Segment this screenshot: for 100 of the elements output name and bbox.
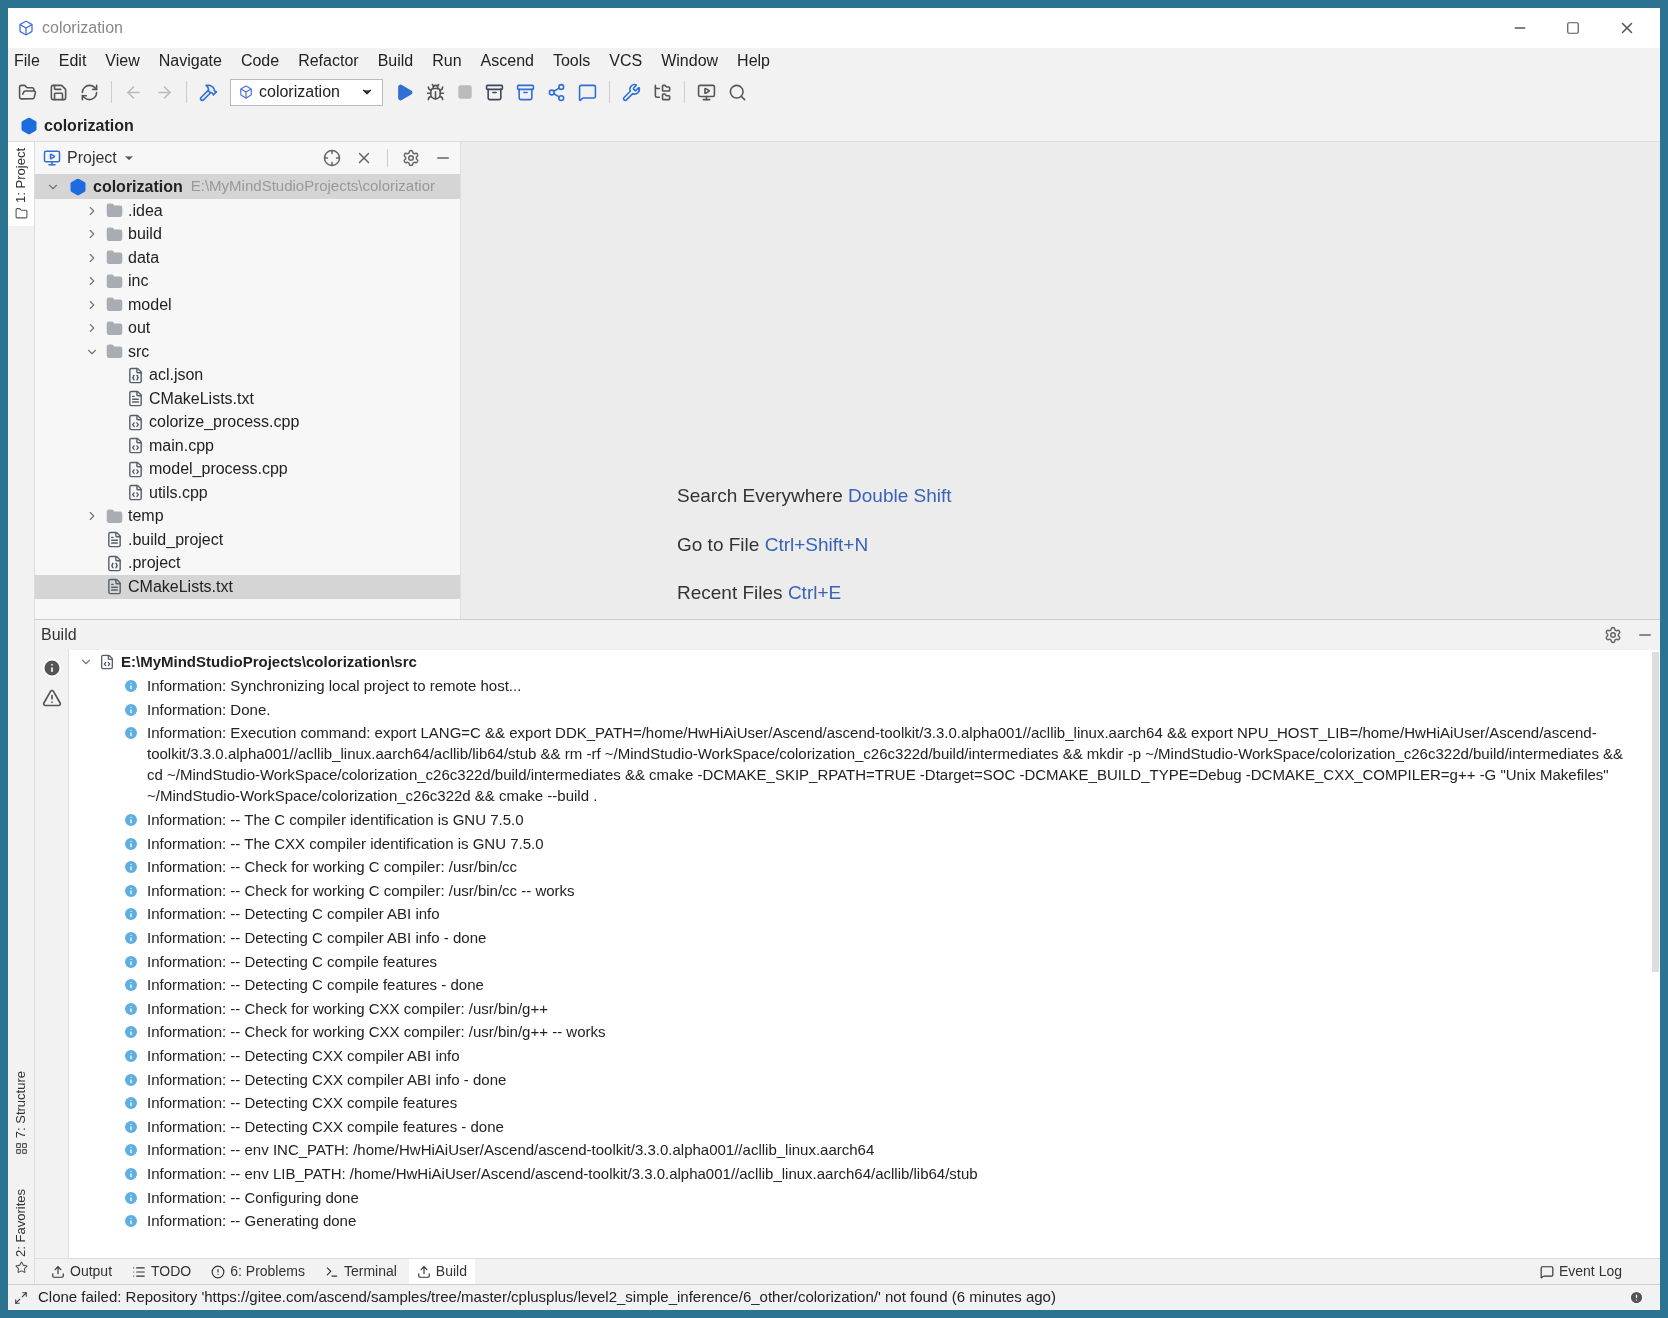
tree-item[interactable]: main.cpp bbox=[35, 434, 460, 458]
window-title: colorization bbox=[42, 18, 123, 38]
tool-window-tab[interactable]: Terminal bbox=[316, 1259, 405, 1284]
tree-item[interactable]: model bbox=[35, 293, 460, 317]
debug-icon[interactable] bbox=[426, 82, 445, 102]
tool-window-tab[interactable]: TODO bbox=[124, 1259, 200, 1284]
tree-item[interactable]: utils.cpp bbox=[35, 481, 460, 505]
tree-item[interactable]: build bbox=[35, 222, 460, 246]
menu-item[interactable]: View bbox=[105, 49, 140, 73]
file-icon bbox=[106, 531, 123, 549]
structure-icon bbox=[14, 1142, 28, 1156]
panel-toggle-icon[interactable] bbox=[14, 1290, 28, 1305]
file-icon bbox=[127, 413, 144, 431]
tool-window-tab[interactable]: Output bbox=[43, 1259, 121, 1284]
info-icon bbox=[123, 953, 139, 970]
maximize-icon[interactable] bbox=[1566, 21, 1580, 35]
settings-icon[interactable] bbox=[402, 149, 420, 167]
save-icon[interactable] bbox=[49, 82, 68, 102]
menu-item[interactable]: Help bbox=[737, 49, 770, 73]
info-icon bbox=[123, 835, 139, 852]
tree-item[interactable]: .project bbox=[35, 551, 460, 575]
folder-icon bbox=[106, 319, 123, 337]
menu-item[interactable]: Code bbox=[240, 49, 280, 73]
tree-item[interactable]: CMakeLists.txt bbox=[35, 387, 460, 411]
menu-item[interactable]: Run bbox=[432, 49, 462, 73]
info-icon bbox=[123, 725, 139, 742]
info-icon bbox=[123, 701, 139, 718]
menu-item[interactable]: Tools bbox=[552, 49, 591, 73]
tool-window-tab[interactable]: 6: Problems bbox=[203, 1259, 313, 1284]
screen-icon[interactable] bbox=[697, 82, 716, 102]
menu-item[interactable]: Refactor bbox=[298, 49, 359, 73]
folder-icon bbox=[106, 202, 123, 220]
terminal-icon bbox=[324, 1264, 339, 1279]
build-message: Information: -- Check for working C compiler: /usr/bin/cc -- works bbox=[147, 880, 575, 901]
project-view-icon bbox=[43, 149, 61, 167]
tree-item[interactable]: data bbox=[35, 246, 460, 270]
tree-item[interactable]: .build_project bbox=[35, 528, 460, 552]
side-tab[interactable]: 2: Favorites bbox=[8, 1183, 34, 1280]
tree-item[interactable]: inc bbox=[35, 269, 460, 293]
menu-item[interactable]: Window bbox=[661, 49, 719, 73]
menu-item[interactable]: File bbox=[14, 49, 40, 73]
settings-icon[interactable] bbox=[1604, 626, 1622, 644]
tool-window-tab[interactable]: Build bbox=[408, 1259, 475, 1284]
file-icon bbox=[127, 484, 144, 502]
file-icon bbox=[106, 554, 123, 572]
info-icon bbox=[123, 1189, 139, 1206]
tree-item[interactable]: src bbox=[35, 340, 460, 364]
info-icon bbox=[123, 812, 139, 829]
tree-item[interactable]: temp bbox=[35, 504, 460, 528]
todo-icon bbox=[132, 1264, 147, 1279]
tree-item[interactable]: colorization E:\MyMindStudioProjects\colorizatior bbox=[35, 174, 460, 199]
tree-item[interactable]: colorize_process.cpp bbox=[35, 410, 460, 434]
wrench-icon[interactable] bbox=[622, 82, 641, 102]
breadcrumb-item[interactable]: colorization bbox=[44, 113, 134, 138]
side-tab[interactable]: 1: Project bbox=[8, 142, 34, 226]
archive-icon[interactable] bbox=[516, 82, 535, 102]
info-filter-icon[interactable] bbox=[41, 658, 62, 678]
folder-icon bbox=[106, 343, 123, 361]
menu-item[interactable]: Navigate bbox=[158, 49, 222, 73]
info-icon bbox=[123, 906, 139, 923]
menu-item[interactable]: Ascend bbox=[480, 49, 534, 73]
info-icon bbox=[123, 1118, 139, 1135]
alert-icon[interactable] bbox=[1629, 1290, 1644, 1305]
scrollbar[interactable] bbox=[1651, 652, 1659, 972]
file-icon bbox=[106, 578, 123, 596]
build-message: Information: -- Configuring done bbox=[147, 1187, 359, 1208]
build-message: Information: -- Generating done bbox=[147, 1211, 357, 1232]
event-log-tab[interactable]: Event Log bbox=[1539, 1261, 1652, 1282]
run-icon[interactable] bbox=[395, 82, 414, 102]
tree-item[interactable]: CMakeLists.txt bbox=[35, 575, 460, 599]
menu-item[interactable]: VCS bbox=[609, 49, 643, 73]
tree-item[interactable]: out bbox=[35, 316, 460, 340]
tree-item[interactable]: model_process.cpp bbox=[35, 457, 460, 481]
menu-item[interactable]: Edit bbox=[58, 49, 87, 73]
run-config-dropdown[interactable]: colorization bbox=[230, 78, 383, 106]
folder-icon bbox=[106, 225, 123, 243]
info-icon bbox=[123, 1071, 139, 1088]
build-message: Information: -- Detecting CXX compile features - done bbox=[147, 1116, 504, 1137]
hammer-icon[interactable] bbox=[199, 82, 218, 102]
folder-icon bbox=[106, 272, 123, 290]
build-message: Information: -- The C compiler identification is GNU 7.5.0 bbox=[147, 810, 524, 831]
build-root[interactable]: E:\MyMindStudioProjects\colorization\src bbox=[79, 650, 1630, 674]
output-icon bbox=[51, 1264, 65, 1279]
editor-hint: Go to File Ctrl+Shift+N bbox=[677, 532, 869, 557]
open-icon[interactable] bbox=[18, 82, 37, 102]
share-icon[interactable] bbox=[547, 82, 566, 102]
project-view-dropdown[interactable]: Project bbox=[67, 146, 135, 170]
archive-icon[interactable] bbox=[485, 82, 504, 102]
side-tab[interactable]: 7: Structure bbox=[8, 1064, 34, 1162]
tree-item[interactable]: .idea bbox=[35, 199, 460, 223]
build-message: Information: Execution command: export LANG=C && export DDK_PATH=/home/HwHiAiUser/Ascend/ascend-toolkit/3.3.0.alpha001//acllib_linux.aarch64 && export NPU_HOST_LIB=/home/HwHiAiUser/Ascend/ascend-toolkit/3.3.0.alpha001//acllib_linux.aarch64/acllib/lib64/stub && rm -rf ~/MindStudio-WorkSpace/colorization_c26c322d/build/intermediates && mkdir -p ~/MindStudio-WorkSpace/colorization_c26c322d/build/intermediates && cd ~/MindStudio-WorkSpace/colorization_c26c322d/build/intermediates && cmake -DCMAKE_SKIP_RPATH=TRUE -Dtarget=SOC -DCMAKE_BUILD_TYPE=Debug -DCMAKE_CXX_COMPILER=g++ -G "Unix Makefiles" ~/MindStudio-WorkSpace/colorization_c26c322d && cmake --build . bbox=[147, 723, 1625, 807]
app-icon bbox=[18, 20, 34, 36]
search-icon[interactable] bbox=[728, 82, 747, 102]
warning-filter-icon[interactable] bbox=[41, 688, 62, 708]
menu-item[interactable]: Build bbox=[377, 49, 414, 73]
locate-icon[interactable] bbox=[323, 149, 341, 167]
folder-icon bbox=[106, 296, 123, 314]
sync-icon[interactable] bbox=[80, 82, 99, 102]
tree-item[interactable]: acl.json bbox=[35, 363, 460, 387]
folder-tree-icon[interactable] bbox=[653, 82, 672, 102]
